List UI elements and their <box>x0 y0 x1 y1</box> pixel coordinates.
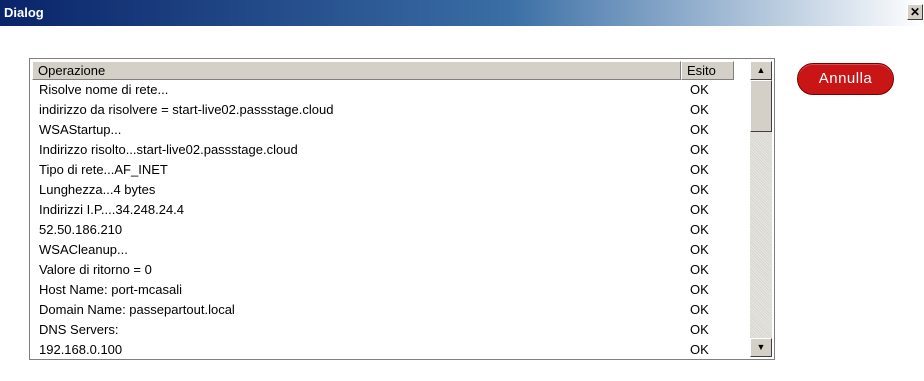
result-cell: OK <box>690 222 709 237</box>
scroll-down-button[interactable]: ▼ <box>750 338 772 357</box>
operation-cell: Lunghezza...4 bytes <box>39 182 156 197</box>
list-row[interactable]: Indirizzi I.P....34.248.24.4 OK <box>32 200 749 220</box>
window-title: Dialog <box>4 5 44 20</box>
operation-cell: DNS Servers: <box>39 322 119 337</box>
operation-cell: Domain Name: passepartout.local <box>39 302 235 317</box>
result-cell: OK <box>690 202 709 217</box>
close-button[interactable]: ✕ <box>907 4 923 20</box>
operation-cell: Indirizzi I.P....34.248.24.4 <box>39 202 185 217</box>
title-bar[interactable]: Dialog ✕ <box>0 0 924 26</box>
cancel-button[interactable]: Annulla <box>797 63 894 95</box>
list-row[interactable]: WSACleanup... OK <box>32 240 749 260</box>
operation-cell: Risolve nome di rete... <box>39 82 169 97</box>
operation-cell: WSAStartup... <box>39 122 122 137</box>
operation-cell: 52.50.186.210 <box>39 222 123 237</box>
operation-cell: indirizzo da risolvere = start-live02.pa… <box>39 102 334 117</box>
list-row[interactable]: DNS Servers: OK <box>32 320 749 340</box>
list-body: Risolve nome di rete... OK indirizzo da r… <box>32 80 749 359</box>
column-header-operation[interactable]: Operazione <box>32 61 681 80</box>
operation-cell: 192.168.0.100 <box>39 342 123 357</box>
column-header-result[interactable]: Esito <box>681 61 734 80</box>
list-row[interactable]: indirizzo da risolvere = start-live02.pa… <box>32 100 749 120</box>
operation-cell: WSACleanup... <box>39 242 128 257</box>
arrow-up-icon: ▲ <box>756 65 766 75</box>
list-row[interactable]: Valore di ritorno = 0 OK <box>32 260 749 280</box>
operations-list[interactable]: Operazione Esito Risolve nome di rete...… <box>29 58 775 360</box>
scroll-up-button[interactable]: ▲ <box>750 61 772 80</box>
scroll-thumb[interactable] <box>750 80 772 132</box>
list-header: Operazione Esito <box>32 61 749 80</box>
list-row[interactable]: WSAStartup... OK <box>32 120 749 140</box>
result-cell: OK <box>690 102 709 117</box>
list-row[interactable]: Lunghezza...4 bytes OK <box>32 180 749 200</box>
result-cell: OK <box>690 342 709 357</box>
result-cell: OK <box>690 262 709 277</box>
result-cell: OK <box>690 122 709 137</box>
list-row[interactable]: Host Name: port-mcasali OK <box>32 280 749 300</box>
operation-cell: Indirizzo risolto...start-live02.passsta… <box>39 142 298 157</box>
arrow-down-icon: ▼ <box>756 342 766 352</box>
list-row[interactable]: 192.168.0.100 OK <box>32 340 749 359</box>
list-row[interactable]: Tipo di rete...AF_INET OK <box>32 160 749 180</box>
result-cell: OK <box>690 322 709 337</box>
result-cell: OK <box>690 242 709 257</box>
list-row[interactable]: Indirizzo risolto...start-live02.passsta… <box>32 140 749 160</box>
result-cell: OK <box>690 162 709 177</box>
list-row[interactable]: 52.50.186.210 OK <box>32 220 749 240</box>
result-cell: OK <box>690 182 709 197</box>
vertical-scrollbar[interactable]: ▲ ▼ <box>750 61 772 357</box>
operation-cell: Valore di ritorno = 0 <box>39 262 152 277</box>
result-cell: OK <box>690 142 709 157</box>
operation-cell: Tipo di rete...AF_INET <box>39 162 168 177</box>
list-row[interactable]: Domain Name: passepartout.local OK <box>32 300 749 320</box>
result-cell: OK <box>690 302 709 317</box>
operation-cell: Host Name: port-mcasali <box>39 282 183 297</box>
close-icon: ✕ <box>909 5 921 19</box>
result-cell: OK <box>690 282 709 297</box>
list-row[interactable]: Risolve nome di rete... OK <box>32 80 749 100</box>
result-cell: OK <box>690 82 709 97</box>
